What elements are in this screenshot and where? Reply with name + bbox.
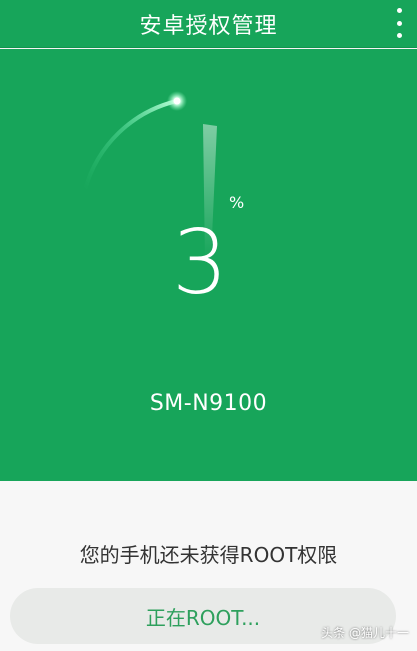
- overflow-menu-icon[interactable]: [395, 8, 403, 38]
- root-progress-panel: 3 % SM-N9100: [0, 49, 417, 481]
- progress-percent-sign: %: [229, 193, 245, 212]
- app-title: 安卓授权管理: [139, 14, 278, 39]
- app-bar: 安卓授权管理: [0, 0, 417, 48]
- progress-percent-value: 3: [172, 211, 228, 314]
- menu-dot: [396, 20, 402, 26]
- progress-arc: [83, 99, 179, 192]
- device-model: SM-N9100: [149, 391, 268, 416]
- menu-dot: [396, 8, 402, 13]
- menu-dot: [396, 33, 402, 38]
- root-status-message: 您的手机还未获得ROOT权限: [79, 543, 338, 567]
- watermark: 头条 @猫儿十一: [321, 626, 409, 640]
- glow-dot-core: [173, 97, 181, 105]
